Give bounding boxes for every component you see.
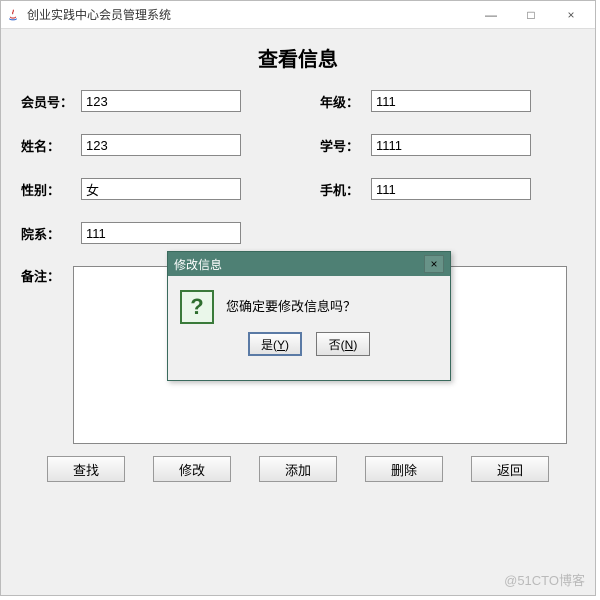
maximize-button[interactable]: □ bbox=[511, 2, 551, 28]
label-grade: 年级： bbox=[315, 92, 363, 111]
yes-label: 是 bbox=[261, 338, 273, 352]
no-mnemonic: N bbox=[345, 338, 354, 352]
dialog-message: 您确定要修改信息吗？ bbox=[226, 290, 356, 315]
label-phone: 手机： bbox=[315, 180, 363, 199]
back-button[interactable]: 返回 bbox=[471, 456, 549, 482]
dialog-yes-button[interactable]: 是(Y) bbox=[248, 332, 302, 356]
java-icon bbox=[5, 7, 21, 23]
dialog-title: 修改信息 bbox=[174, 256, 424, 273]
label-name: 姓名： bbox=[17, 136, 73, 155]
main-window: 创业实践中心会员管理系统 — □ × 查看信息 会员号： 年级： 姓名： 学号：… bbox=[0, 0, 596, 596]
delete-button[interactable]: 删除 bbox=[365, 456, 443, 482]
modify-button[interactable]: 修改 bbox=[153, 456, 231, 482]
minimize-button[interactable]: — bbox=[471, 2, 511, 28]
label-remark: 备注： bbox=[17, 266, 73, 285]
add-button[interactable]: 添加 bbox=[259, 456, 337, 482]
search-button[interactable]: 查找 bbox=[47, 456, 125, 482]
yes-mnemonic: Y bbox=[277, 338, 285, 352]
grade-input[interactable] bbox=[371, 90, 531, 112]
watermark: @51CTO博客 bbox=[504, 570, 585, 589]
confirm-dialog: 修改信息 × ? 您确定要修改信息吗？ 是(Y) 否(N) bbox=[167, 251, 451, 381]
titlebar[interactable]: 创业实践中心会员管理系统 — □ × bbox=[1, 1, 595, 29]
window-title: 创业实践中心会员管理系统 bbox=[27, 6, 471, 23]
dialog-titlebar[interactable]: 修改信息 × bbox=[168, 252, 450, 276]
phone-input[interactable] bbox=[371, 178, 531, 200]
window-controls: — □ × bbox=[471, 2, 591, 28]
label-member-id: 会员号： bbox=[17, 92, 73, 111]
question-icon: ? bbox=[180, 290, 214, 324]
member-id-input[interactable] bbox=[81, 90, 241, 112]
label-gender: 性别： bbox=[17, 180, 73, 199]
gender-input[interactable] bbox=[81, 178, 241, 200]
name-input[interactable] bbox=[81, 134, 241, 156]
button-row: 查找 修改 添加 删除 返回 bbox=[17, 456, 579, 482]
dept-input[interactable] bbox=[81, 222, 241, 244]
close-button[interactable]: × bbox=[551, 2, 591, 28]
dialog-no-button[interactable]: 否(N) bbox=[316, 332, 370, 356]
label-student-id: 学号： bbox=[315, 136, 363, 155]
page-title: 查看信息 bbox=[17, 43, 579, 72]
student-id-input[interactable] bbox=[371, 134, 531, 156]
label-dept: 院系： bbox=[17, 224, 73, 243]
dialog-close-button[interactable]: × bbox=[424, 255, 444, 273]
no-label: 否 bbox=[329, 338, 341, 352]
